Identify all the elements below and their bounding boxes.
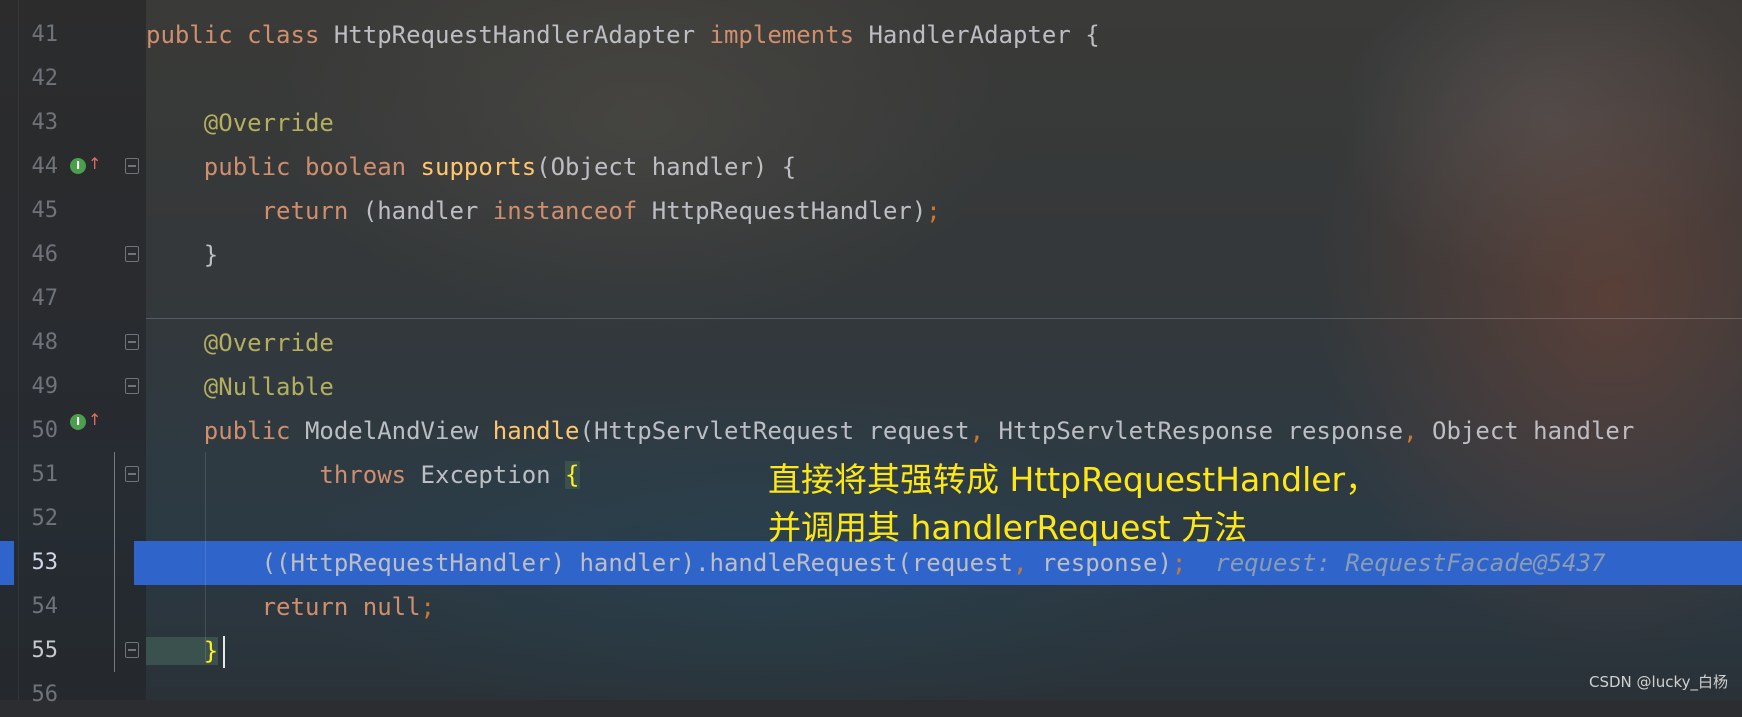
- code-text[interactable]: @Nullable: [146, 365, 334, 409]
- code-text[interactable]: public boolean supports(Object handler) …: [146, 145, 796, 189]
- code-text[interactable]: @Override: [146, 101, 334, 145]
- code-text[interactable]: return (handler instanceof HttpRequestHa…: [146, 189, 941, 233]
- annotation-line-2: 并调用其 handlerRequest 方法: [768, 508, 1248, 547]
- code-token: response): [1041, 549, 1172, 577]
- text-caret: [223, 636, 225, 668]
- code-token: }: [146, 637, 219, 665]
- line-number: 50: [31, 418, 59, 443]
- annotation-overlay: 直接将其强转成 HttpRequestHandler， 并调用其 handler…: [768, 456, 1378, 552]
- line-number: 55: [31, 638, 59, 663]
- line-number: 42: [31, 66, 59, 91]
- code-token: ,: [1403, 417, 1433, 445]
- code-text[interactable]: throws Exception {: [146, 453, 580, 497]
- code-token: public: [146, 417, 305, 445]
- line-number: 41: [31, 22, 59, 47]
- line-number: 43: [31, 110, 59, 135]
- implements-interface-icon[interactable]: I: [70, 414, 86, 430]
- code-token: @Override: [146, 109, 334, 137]
- execution-point-marker: [0, 541, 14, 585]
- code-token: implements: [709, 21, 869, 49]
- code-text[interactable]: @Override: [146, 321, 334, 365]
- indent-guide: [205, 452, 206, 662]
- scope-guide: [114, 452, 115, 672]
- line-number: 49: [31, 374, 59, 399]
- code-line[interactable]: 49 @Nullable: [0, 365, 1742, 409]
- code-text[interactable]: public ModelAndView handle(HttpServletRe…: [146, 409, 1635, 453]
- code-token: ;: [1171, 549, 1187, 577]
- code-line[interactable]: 50 public ModelAndView handle(HttpServle…: [0, 409, 1742, 453]
- code-line[interactable]: 46 }: [0, 233, 1742, 277]
- code-line[interactable]: 55 }: [0, 629, 1742, 673]
- code-token: supports: [420, 153, 537, 181]
- code-token: (HttpServletRequest request: [579, 417, 970, 445]
- code-token: (handler: [362, 197, 493, 225]
- code-token: HttpServletResponse response: [998, 417, 1404, 445]
- code-line[interactable]: 47: [0, 277, 1742, 321]
- code-token: ((HttpRequestHandler) handler).handleReq…: [146, 549, 1013, 577]
- up-arrow-icon[interactable]: ↑: [88, 412, 101, 428]
- code-token: return null: [146, 593, 421, 621]
- watermark: CSDN @lucky_白杨: [1589, 673, 1728, 691]
- code-line[interactable]: 54 return null;: [0, 585, 1742, 629]
- code-token: ModelAndView: [304, 417, 493, 445]
- code-line[interactable]: 41 public class HttpRequestHandlerAdapter…: [0, 13, 1742, 57]
- code-token: ;: [926, 197, 941, 225]
- code-token: @Nullable: [146, 373, 334, 401]
- code-token: public: [146, 153, 305, 181]
- implements-interface-icon[interactable]: I: [70, 158, 86, 174]
- up-arrow-icon[interactable]: ↑: [88, 156, 101, 172]
- code-text[interactable]: }: [146, 629, 219, 673]
- code-token: handle: [492, 417, 580, 445]
- code-token: @Override: [146, 329, 334, 357]
- fold-toggle-icon[interactable]: [125, 642, 139, 658]
- line-number: 47: [31, 286, 59, 311]
- code-token: HttpRequestHandler): [651, 197, 927, 225]
- code-line[interactable]: 42: [0, 57, 1742, 101]
- code-token: }: [146, 241, 219, 269]
- code-token: return: [146, 197, 363, 225]
- fold-toggle-icon[interactable]: [125, 466, 139, 482]
- code-line[interactable]: 44 public boolean supports(Object handle…: [0, 145, 1742, 189]
- line-number: 48: [31, 330, 59, 355]
- code-token: ,: [1012, 549, 1042, 577]
- line-number: 52: [31, 506, 59, 531]
- code-token: HttpRequestHandlerAdapter: [333, 21, 710, 49]
- code-token: HandlerAdapter {: [868, 21, 1100, 49]
- code-text[interactable]: return null;: [146, 585, 435, 629]
- line-number: 44: [31, 154, 59, 179]
- line-number: 51: [31, 462, 59, 487]
- code-token: ;: [420, 593, 435, 621]
- fold-toggle-icon[interactable]: [125, 334, 139, 350]
- annotation-line-1: 直接将其强转成 HttpRequestHandler，: [768, 460, 1379, 499]
- fold-toggle-icon[interactable]: [125, 158, 139, 174]
- code-token: {: [565, 461, 580, 489]
- fold-toggle-icon[interactable]: [125, 378, 139, 394]
- code-line[interactable]: 43 @Override: [0, 101, 1742, 145]
- code-text[interactable]: }: [146, 233, 218, 277]
- inline-debug-value: request: RequestFacade@5437: [1186, 549, 1606, 577]
- code-token: Object handler: [1432, 417, 1635, 445]
- line-number: 54: [31, 594, 59, 619]
- method-separator: [146, 318, 1742, 319]
- line-number: 45: [31, 198, 59, 223]
- fold-toggle-icon[interactable]: [125, 246, 139, 262]
- code-token: boolean: [304, 153, 421, 181]
- line-number: 53: [31, 550, 59, 575]
- code-token: instanceof: [492, 197, 652, 225]
- code-line[interactable]: 56: [0, 673, 1742, 717]
- code-text[interactable]: public class HttpRequestHandlerAdapter i…: [146, 13, 1100, 57]
- code-token: public class: [146, 21, 334, 49]
- line-number: 46: [31, 242, 59, 267]
- line-number: 56: [31, 682, 59, 707]
- code-token: ,: [969, 417, 999, 445]
- code-line[interactable]: 45 return (handler instanceof HttpReques…: [0, 189, 1742, 233]
- code-line[interactable]: 48 @Override: [0, 321, 1742, 365]
- code-token: (Object handler) {: [536, 153, 797, 181]
- code-token: Exception: [420, 461, 566, 489]
- code-token: throws: [146, 461, 421, 489]
